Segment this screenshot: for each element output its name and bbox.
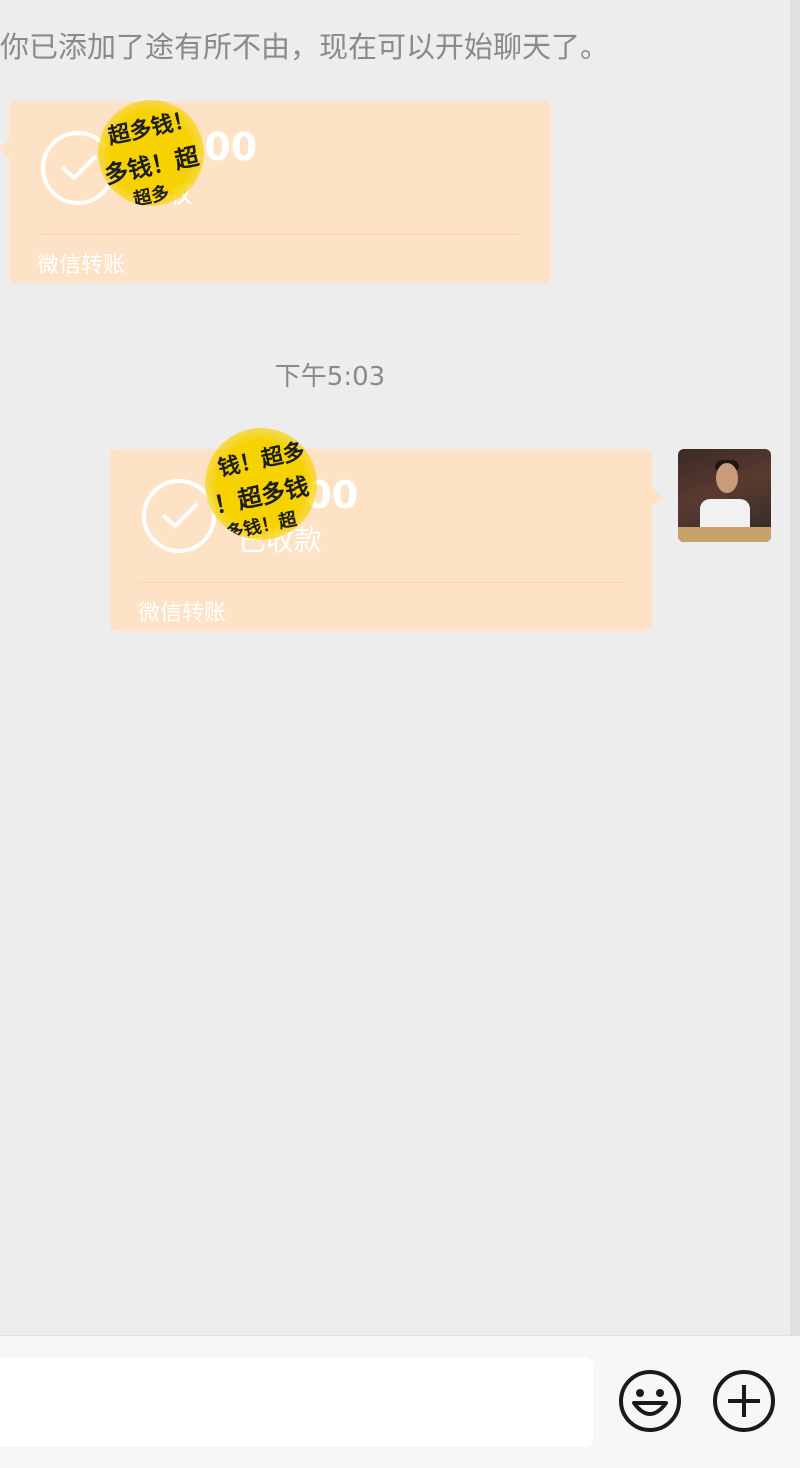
transfer-bubble-sent[interactable]: 00.00 已收款 微信转账 bbox=[110, 449, 662, 631]
transfer-label: 微信转账 bbox=[138, 601, 227, 626]
right-edge bbox=[790, 0, 800, 1335]
money-sticker: 超多钱！ 多钱！超 超多 bbox=[98, 100, 204, 206]
avatar-head bbox=[716, 463, 738, 493]
timestamp: 下午5:03 bbox=[274, 362, 386, 392]
system-message: 你已添加了途有所不由，现在可以开始聊天了。 bbox=[0, 30, 610, 64]
bubble-tail bbox=[0, 139, 9, 159]
divider bbox=[37, 234, 523, 235]
input-bar bbox=[0, 1335, 800, 1468]
avatar[interactable] bbox=[678, 449, 771, 542]
money-sticker: 钱！超多 ！超多钱 多钱！超 bbox=[205, 428, 317, 540]
plus-icon[interactable] bbox=[712, 1369, 776, 1433]
transfer-label: 微信转账 bbox=[37, 253, 126, 278]
divider bbox=[138, 582, 624, 583]
avatar-desk bbox=[678, 527, 771, 542]
bubble-tail bbox=[652, 487, 662, 507]
transfer-bubble-received[interactable]: 00.00 接收 微信转账 bbox=[0, 101, 551, 283]
emoji-icon[interactable] bbox=[618, 1369, 682, 1433]
message-input[interactable] bbox=[0, 1357, 593, 1447]
